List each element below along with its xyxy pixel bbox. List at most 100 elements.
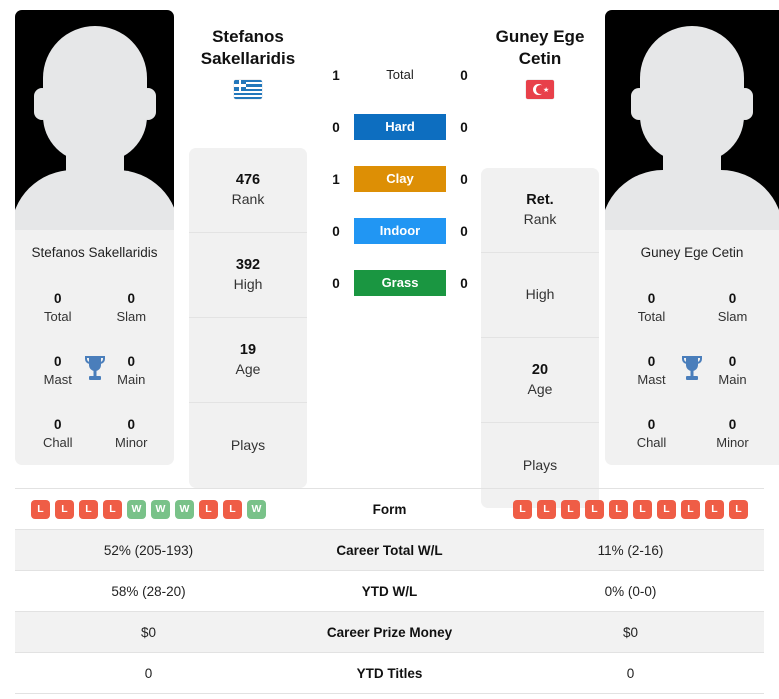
value-left: 0 bbox=[144, 665, 153, 681]
stat-high-left: 392 High bbox=[189, 233, 307, 318]
head-to-head-surfaces: 1 Total 0 0 Hard 0 1 Clay 0 0 Indoor 0 0 bbox=[325, 60, 475, 298]
trophy-icon bbox=[682, 356, 702, 380]
stat-age-right: 20 Age bbox=[481, 338, 599, 423]
title-label: Slam bbox=[717, 308, 748, 324]
player-name-block-right: Guney Ege Cetin ★ bbox=[455, 26, 625, 100]
avatar-silhouette-shoulders-icon bbox=[605, 170, 779, 230]
player-photo-left bbox=[15, 10, 174, 230]
h2h-row-hard: 0 Hard 0 bbox=[325, 112, 475, 142]
stat-label: Plays bbox=[230, 436, 266, 453]
form-badge-w: W bbox=[151, 499, 170, 519]
h2h-score-right: 0 bbox=[460, 223, 468, 239]
stat-label: Age bbox=[235, 361, 261, 378]
h2h-score-left: 0 bbox=[332, 275, 340, 291]
title-label: Slam bbox=[116, 308, 147, 324]
player-card-right[interactable]: Guney Ege Cetin 0 Total 0 Slam 0 Mast 0 … bbox=[605, 10, 779, 465]
h2h-score-right: 0 bbox=[460, 171, 468, 187]
h2h-score-left: 0 bbox=[332, 223, 340, 239]
player-stats-card-left: 476 Rank 392 High 19 Age Plays bbox=[189, 148, 307, 488]
form-badge-l: L bbox=[681, 499, 700, 519]
h2h-surface-label-hard: Hard bbox=[354, 114, 446, 140]
title-stat-slam: 0 Slam bbox=[692, 290, 773, 326]
player-name-right-line2: Cetin bbox=[518, 49, 562, 69]
title-stat-total: 0 Total bbox=[611, 290, 692, 326]
titles-row: 0 Chall 0 Minor bbox=[21, 402, 168, 465]
h2h-score-left: 1 bbox=[332, 67, 340, 83]
h2h-score-right: 0 bbox=[460, 67, 468, 83]
stat-rank-left: 476 Rank bbox=[189, 148, 307, 233]
stat-high-right: High bbox=[481, 253, 599, 338]
stat-value: Ret. bbox=[526, 192, 554, 209]
form-badge-w: W bbox=[127, 499, 146, 519]
avatar-silhouette-ear-left-icon bbox=[33, 88, 50, 120]
titles-row: 0 Total 0 Slam bbox=[21, 276, 168, 339]
title-value: 0 bbox=[647, 290, 656, 306]
h2h-surface-label: Total bbox=[386, 67, 414, 82]
value-right: 0 bbox=[626, 665, 635, 681]
titles-grid-left: 0 Total 0 Slam 0 Mast 0 Main 0 Chall 0 M… bbox=[15, 276, 174, 465]
title-value: 0 bbox=[127, 416, 135, 432]
title-stat-chall: 0 Chall bbox=[21, 416, 95, 452]
form-badge-l: L bbox=[537, 499, 556, 519]
title-stat-chall: 0 Chall bbox=[611, 416, 692, 452]
h2h-score-left: 0 bbox=[332, 119, 340, 135]
stat-value: 20 bbox=[531, 362, 549, 379]
stat-plays-left: Plays bbox=[189, 403, 307, 488]
h2h-surface-label-indoor: Indoor bbox=[354, 218, 446, 244]
row-label-form: Form bbox=[372, 501, 407, 517]
form-badge-l: L bbox=[513, 499, 532, 519]
table-row-form: LLLLWWWLLW Form LLLLLLLLLL bbox=[15, 489, 764, 530]
trophy-icon bbox=[84, 356, 105, 380]
stat-label: High bbox=[525, 286, 555, 303]
stat-value: 476 bbox=[235, 172, 261, 189]
player-photo-right bbox=[605, 10, 779, 230]
player-card-name-left: Stefanos Sakellaridis bbox=[31, 245, 158, 260]
stat-label: Age bbox=[527, 381, 553, 398]
title-label: Total bbox=[44, 308, 72, 324]
table-row-career-total-wl: 52% (205-193) Career Total W/L 11% (2-16… bbox=[15, 530, 764, 571]
player-stats-card-right: Ret. Rank High 20 Age Plays bbox=[481, 168, 599, 508]
titles-row: 0 Chall 0 Minor bbox=[611, 402, 773, 465]
h2h-score-left: 1 bbox=[332, 171, 340, 187]
title-label: Chall bbox=[636, 434, 667, 450]
player-comparison-page: Stefanos Sakellaridis 0 Total 0 Slam 0 M… bbox=[0, 0, 779, 699]
form-badge-w: W bbox=[175, 499, 194, 519]
form-cell-right: LLLLLLLLLL bbox=[497, 499, 764, 519]
value-right: 11% (2-16) bbox=[597, 542, 664, 558]
title-value: 0 bbox=[53, 416, 62, 432]
form-badge-l: L bbox=[729, 499, 748, 519]
player-card-left[interactable]: Stefanos Sakellaridis 0 Total 0 Slam 0 M… bbox=[15, 10, 174, 465]
stat-value: 19 bbox=[239, 342, 257, 359]
stat-value: 392 bbox=[235, 257, 261, 274]
stat-label: Rank bbox=[231, 191, 265, 208]
title-value: 0 bbox=[647, 416, 656, 432]
h2h-surface-label-clay: Clay bbox=[354, 166, 446, 192]
stat-rank-right: Ret. Rank bbox=[481, 168, 599, 253]
form-badge-l: L bbox=[585, 499, 604, 519]
form-badge-l: L bbox=[609, 499, 628, 519]
comparison-stats-table: LLLLWWWLLW Form LLLLLLLLLL 52% (205-193)… bbox=[15, 488, 764, 694]
h2h-row-grass: 0 Grass 0 bbox=[325, 268, 475, 298]
form-badge-l: L bbox=[657, 499, 676, 519]
h2h-score-right: 0 bbox=[460, 119, 468, 135]
value-right: 0% (0-0) bbox=[604, 583, 657, 599]
value-left: $0 bbox=[140, 624, 157, 640]
form-badge-l: L bbox=[705, 499, 724, 519]
titles-grid-right: 0 Total 0 Slam 0 Mast 0 Main 0 Chall 0 M… bbox=[605, 276, 779, 465]
row-label: YTD W/L bbox=[361, 583, 418, 599]
title-value: 0 bbox=[53, 290, 62, 306]
form-badge-l: L bbox=[79, 499, 98, 519]
form-badges-right: LLLLLLLLLL bbox=[497, 499, 764, 519]
form-badge-l: L bbox=[31, 499, 50, 519]
form-badge-l: L bbox=[223, 499, 242, 519]
stat-label: Plays bbox=[522, 456, 558, 473]
title-label: Total bbox=[637, 308, 666, 324]
stat-label: High bbox=[233, 276, 263, 293]
title-stat-slam: 0 Slam bbox=[95, 290, 169, 326]
title-value: 0 bbox=[127, 290, 135, 306]
avatar-silhouette-shoulders-icon bbox=[15, 170, 174, 230]
title-label: Minor bbox=[114, 434, 148, 450]
player-name-right-line1: Guney Ege bbox=[495, 27, 585, 46]
form-badge-w: W bbox=[247, 499, 266, 519]
player-name-left-line1: Stefanos bbox=[212, 27, 284, 46]
